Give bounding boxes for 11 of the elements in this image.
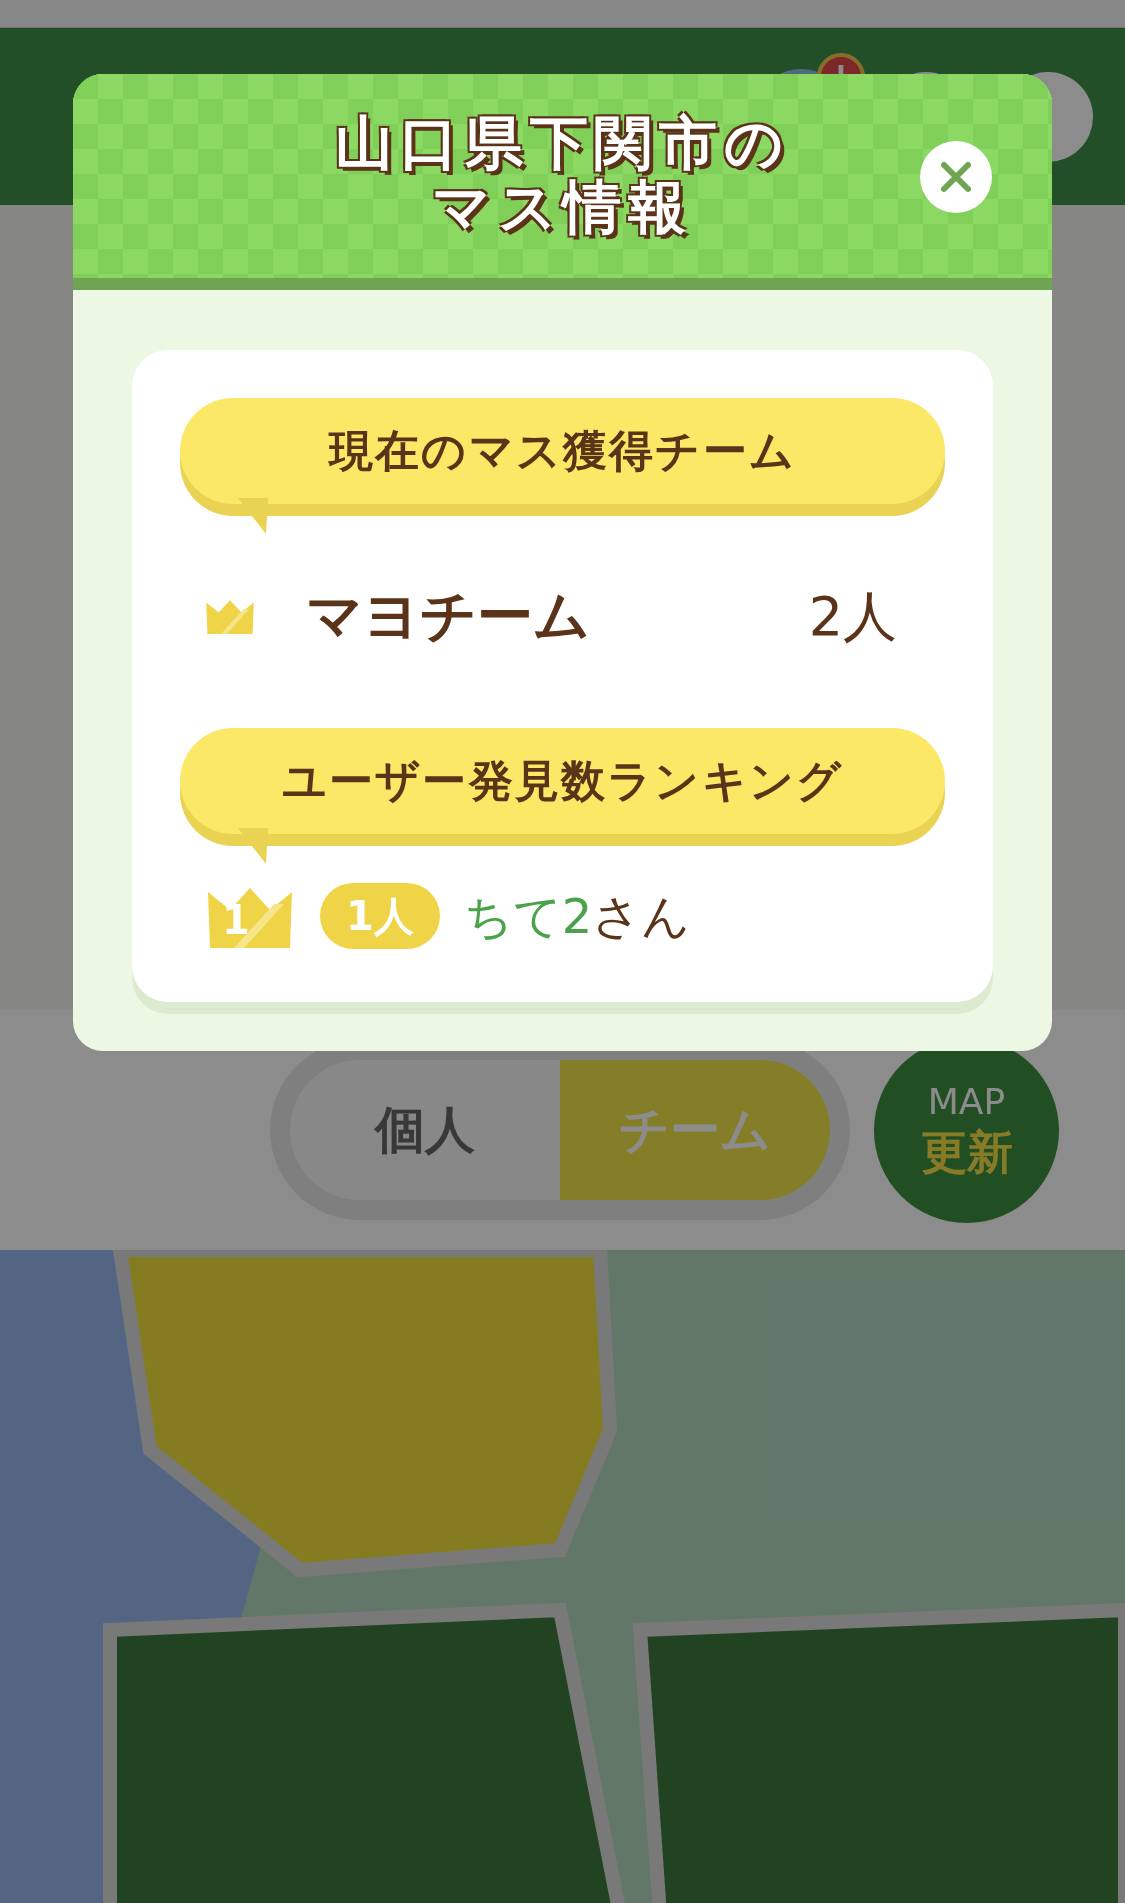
close-icon — [938, 159, 974, 195]
modal-title: 山口県下関市の — [334, 112, 791, 176]
speech-tail-icon — [238, 498, 268, 534]
team-name: マヨチーム — [306, 582, 590, 650]
user-name[interactable]: ちて2 — [463, 880, 593, 952]
team-member-count: 2人 — [808, 583, 897, 650]
modal-title: マス情報 — [431, 176, 694, 240]
speech-tail-icon — [238, 828, 268, 864]
view-tab[interactable]: 個人 — [290, 1060, 560, 1200]
count-pill: 1人 — [320, 883, 440, 949]
honorific: さん — [592, 887, 691, 946]
